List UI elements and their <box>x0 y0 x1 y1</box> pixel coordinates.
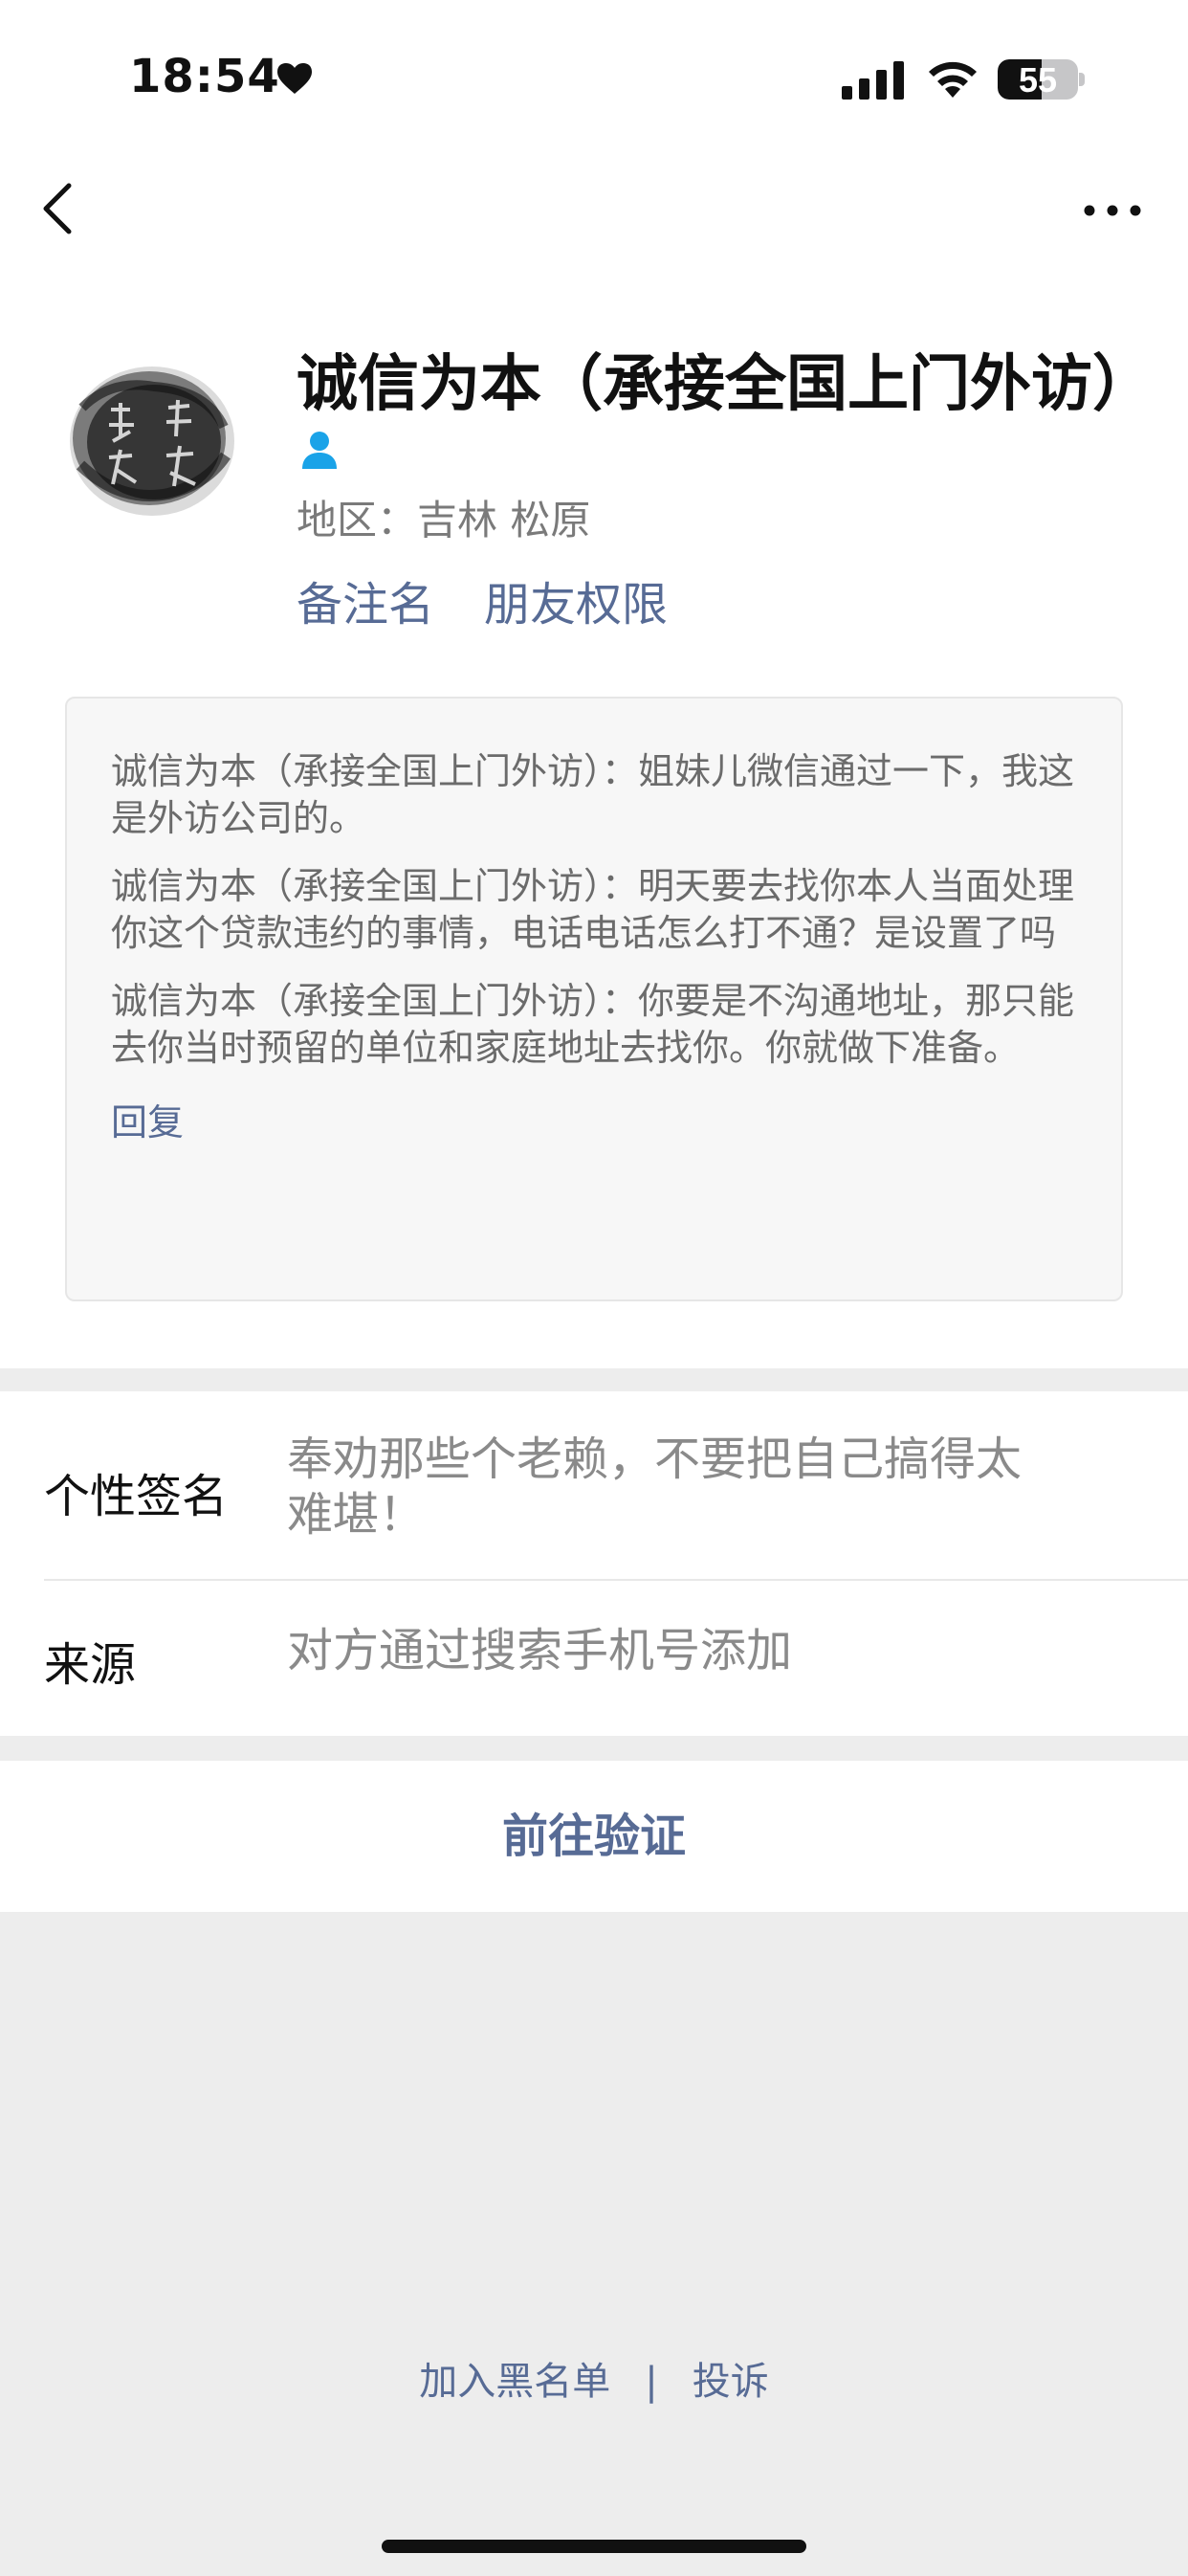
home-indicator[interactable] <box>382 2540 806 2553</box>
battery-icon: 55 <box>998 59 1078 100</box>
section-divider <box>0 1368 1188 1391</box>
go-verify-button[interactable]: 前往验证 <box>0 1761 1188 1912</box>
friend-permission-link[interactable]: 朋友权限 <box>484 566 668 633</box>
contact-name: 诚信为本（承接全国上门外访） <box>297 349 1154 420</box>
contact-region: 地区：吉林 松原 <box>297 497 591 544</box>
source-label: 来源 <box>44 1638 137 1692</box>
avatar[interactable] <box>63 350 241 528</box>
battery-cap <box>1079 73 1085 86</box>
message-item: 诚信为本（承接全国上门外访）：姐妹儿微信通过一下，我这是外访公司的。 <box>111 750 1075 839</box>
status-time: 18:54 <box>129 50 280 103</box>
avatar-image <box>63 350 241 528</box>
footer-separator: | <box>645 2360 658 2404</box>
message-item: 诚信为本（承接全国上门外访）：你要是不沟通地址，那只能去你当时预留的单位和家庭地… <box>111 980 1075 1069</box>
blacklist-link[interactable]: 加入黑名单 <box>419 2360 610 2404</box>
signature-value: 奉劝那些个老赖，不要把自己搞得太难堪！ <box>287 1432 1023 1542</box>
person-icon <box>302 432 337 469</box>
row-divider <box>44 1579 1188 1581</box>
more-dots-icon[interactable] <box>1079 191 1146 230</box>
reply-link[interactable]: 回复 <box>111 1093 1079 1145</box>
remark-name-link[interactable]: 备注名 <box>297 566 434 633</box>
wifi-icon <box>929 61 977 98</box>
cellular-signal-icon <box>842 61 904 100</box>
source-value: 对方通过搜索手机号添加 <box>287 1624 793 1677</box>
status-bar: 18:54 55 <box>0 0 1188 153</box>
battery-level: 55 <box>1018 60 1058 100</box>
complain-link[interactable]: 投诉 <box>693 2360 769 2404</box>
footer-links: 加入黑名单 | 投诉 <box>0 2350 1188 2406</box>
signature-label: 个性签名 <box>44 1470 229 1523</box>
message-item: 诚信为本（承接全国上门外访）：明天要去找你本人当面处理你这个贷款违约的事情，电话… <box>111 865 1075 954</box>
verification-messages: 诚信为本（承接全国上门外访）：姐妹儿微信通过一下，我这是外访公司的。 诚信为本（… <box>65 697 1123 1301</box>
heart-icon <box>277 63 312 94</box>
section-divider <box>0 1736 1188 1761</box>
chevron-left-icon[interactable] <box>34 178 82 239</box>
info-section: 个性签名 奉劝那些个老赖，不要把自己搞得太难堪！ 来源 对方通过搜索手机号添加 <box>0 1391 1188 1736</box>
